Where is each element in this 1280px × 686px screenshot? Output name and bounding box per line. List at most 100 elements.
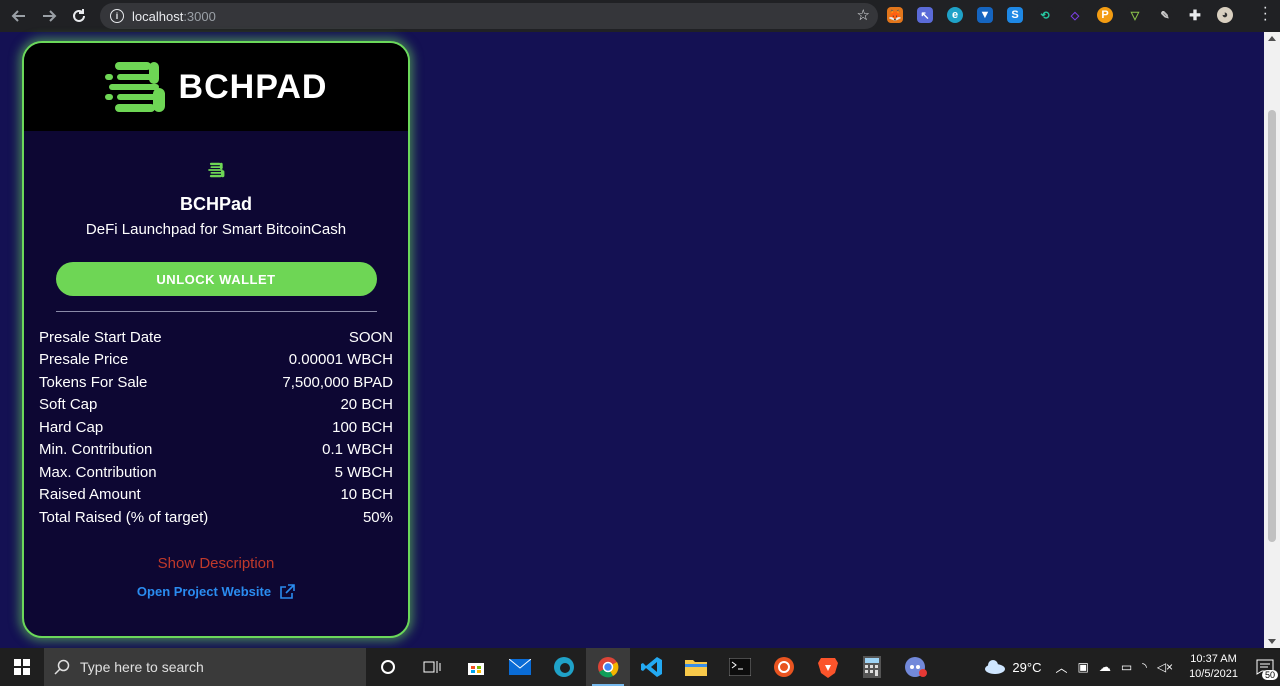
address-bar[interactable]: i localhost:3000 ☆ [100,3,878,29]
calculator-icon[interactable] [850,648,894,686]
onedrive-cloud-icon[interactable]: ☁ [1099,660,1111,674]
detail-value: 50% [362,508,393,526]
coin-extension-icon[interactable]: P [1094,4,1116,26]
detail-row: Total Raised (% of target) 50% [39,506,393,529]
fox-extension-icon[interactable]: ▽ [1124,4,1146,26]
detail-row: Presale Start Date SOON [39,326,393,349]
scroll-down-arrow-icon[interactable] [1268,639,1276,644]
search-placeholder: Type here to search [80,659,204,675]
detail-value: 100 BCH [332,418,393,436]
detail-label: Presale Price [39,351,129,369]
edge-icon[interactable] [542,648,586,686]
metamask-extension-icon[interactable]: 🦊 [884,4,906,26]
puzzle-extensions-icon[interactable]: ✚ [1184,4,1206,26]
chevron-up-icon[interactable]: ︿ [1055,659,1067,676]
project-name: BCHPad [179,194,252,214]
taskbar-search[interactable]: Type here to search [44,648,366,686]
notification-center-icon[interactable]: 50 [1250,648,1280,686]
terminal-icon[interactable] [718,648,762,686]
bookmark-star-icon[interactable]: ☆ [857,6,870,24]
external-link-icon [280,583,295,599]
more-menu-icon[interactable]: · · · [1263,0,1268,28]
vscode-icon[interactable] [630,648,674,686]
detail-value: 0.00001 WBCH [288,351,393,369]
open-website-label: Open Project Website [136,584,272,599]
notification-count: 50 [1261,670,1278,680]
chrome-icon[interactable] [586,648,630,686]
presale-card: BCHPAD BCHPad DeFi Launchpad for Smart B… [22,41,410,638]
detail-label: Total Raised (% of target) [39,508,209,526]
cursor-extension-icon[interactable]: ↖ [914,4,936,26]
browser-toolbar: i localhost:3000 ☆ 🦊 ↖ e ▼ S ⟲ ◇ P ▽ ✎ ✚… [0,0,1280,32]
windows-taskbar: Type here to search 29°C ︿ ▣ ☁ ▭ ◝ ◁× 10… [0,648,1280,686]
card-banner: BCHPAD [24,43,408,131]
open-project-website-link[interactable]: Open Project Website [39,583,393,600]
start-button[interactable] [0,648,44,686]
windows-logo-icon [14,659,30,675]
detail-label: Presale Start Date [39,328,162,346]
presale-details: Presale Start Date SOON Presale Price 0.000… [39,326,393,529]
bchpad-logo-icon [104,62,165,112]
page-content: BCHPAD BCHPad DeFi Launchpad for Smart B… [0,32,1264,648]
detail-row: Tokens For Sale 7,500,000 BPAD [39,371,393,394]
clock-date: 10/5/2021 [1189,668,1238,680]
wifi-icon[interactable]: ◝ [1142,660,1147,674]
file-explorer-icon[interactable] [674,648,718,686]
detail-label: Tokens For Sale [39,373,148,391]
brave-icon[interactable] [806,648,850,686]
diamond-extension-icon[interactable]: ◇ [1064,4,1086,26]
page-scrollbar[interactable] [1264,32,1280,648]
battery-icon[interactable]: ▭ [1121,660,1132,674]
show-description-link[interactable]: Show Description [39,555,393,572]
detail-row: Hard Cap 100 BCH [39,416,393,439]
link-extension-icon[interactable]: ⟲ [1034,4,1056,26]
detail-value: 5 WBCH [334,463,393,481]
scroll-up-arrow-icon[interactable] [1268,36,1276,41]
detail-value: 10 BCH [340,486,393,504]
discord-icon[interactable] [894,648,938,686]
ubuntu-icon[interactable] [762,648,806,686]
detail-label: Raised Amount [39,486,141,504]
reload-button[interactable] [64,1,94,31]
detail-row: Presale Price 0.00001 WBCH [39,349,393,372]
arrow-left-icon [11,10,25,22]
shield-extension-icon[interactable]: ▼ [974,4,996,26]
detail-value: 0.1 WBCH [322,441,393,459]
detail-row: Min. Contribution 0.1 WBCH [39,439,393,462]
s-extension-icon[interactable]: S [1004,4,1026,26]
unlock-wallet-button[interactable]: UNLOCK WALLET [55,262,377,296]
search-icon [54,659,70,675]
detail-label: Max. Contribution [39,463,157,481]
system-tray: 29°C ︿ ▣ ☁ ▭ ◝ ◁× 10:37 AM 10/5/2021 50 [984,648,1280,686]
arrow-right-icon [43,10,57,22]
back-button[interactable] [4,1,34,31]
cloud-weather-icon [985,660,1006,674]
pen-extension-icon[interactable]: ✎ [1154,4,1176,26]
forward-button[interactable] [34,1,64,31]
store-icon[interactable] [454,648,498,686]
project-logo [39,161,393,181]
detail-row: Max. Contribution 5 WBCH [39,461,393,484]
clock[interactable]: 10:37 AM 10/5/2021 [1189,652,1238,682]
detail-label: Hard Cap [39,418,104,436]
detail-value: 7,500,000 BPAD [282,373,393,391]
brand-name: BCHPAD [178,67,328,106]
profile-avatar[interactable]: ◕ [1214,4,1236,26]
detail-row: Soft Cap 20 BCH [39,394,393,417]
edge-style-extension-icon[interactable]: e [944,4,966,26]
site-info-icon[interactable]: i [110,9,124,23]
volume-muted-icon[interactable]: ◁× [1157,660,1173,674]
clock-time: 10:37 AM [1190,653,1237,665]
divider [55,311,377,312]
bchpad-small-logo-icon [208,162,225,178]
reload-icon [73,9,85,22]
url-port: :3000 [183,8,216,24]
cortana-icon[interactable] [366,648,410,686]
meet-now-icon[interactable]: ▣ [1077,660,1088,674]
weather-temperature[interactable]: 29°C [1012,660,1041,675]
mail-icon[interactable] [498,648,542,686]
detail-value: 20 BCH [340,396,393,414]
task-view-icon[interactable] [410,648,454,686]
scrollbar-thumb[interactable] [1268,110,1276,542]
extensions-bar: 🦊 ↖ e ▼ S ⟲ ◇ P ▽ ✎ ✚ ◕ [884,4,1244,26]
